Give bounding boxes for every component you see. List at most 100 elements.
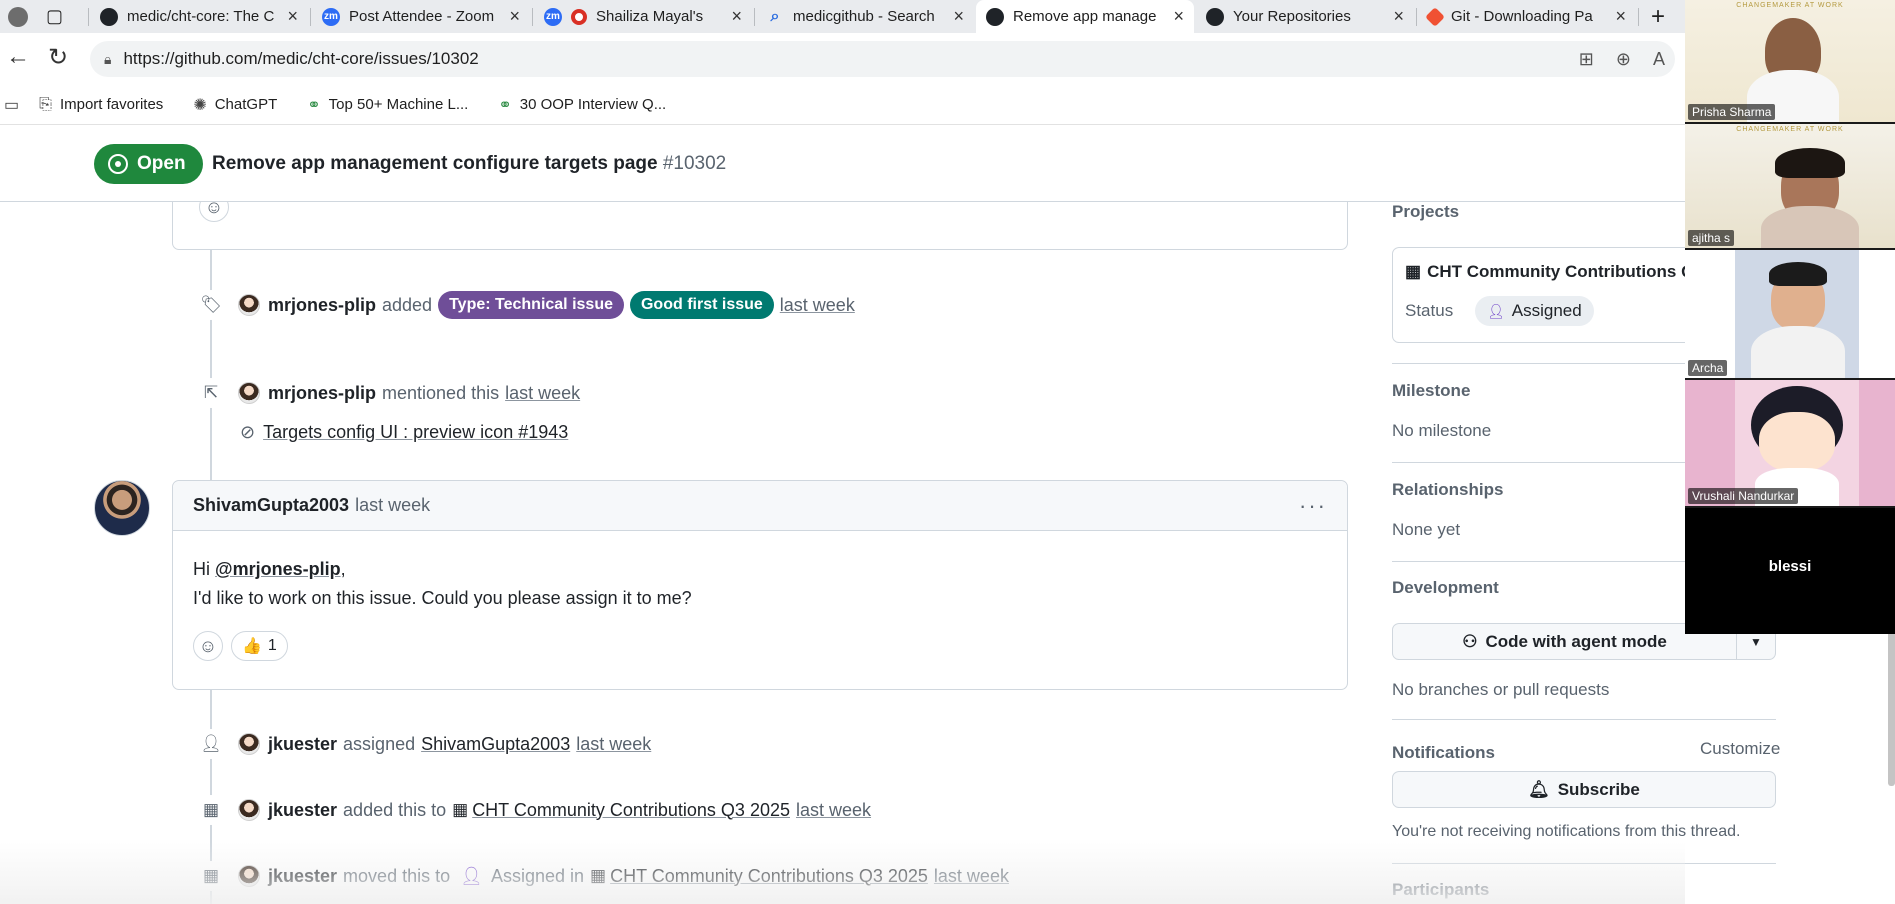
tab-your-repositories[interactable]: Your Repositories × — [1196, 0, 1414, 33]
app-available-icon[interactable]: ⊞ — [1579, 49, 1594, 70]
label-good-first-issue[interactable]: Good first issue — [629, 291, 774, 319]
close-icon[interactable]: × — [953, 6, 964, 27]
actor-link[interactable]: jkuester — [268, 866, 337, 887]
project-link[interactable]: CHT Community Contributions Q3 2025 — [472, 800, 790, 821]
participants-heading: Participants — [1392, 880, 1490, 899]
timeline-event-moved: ▦ jkuester moved this to 👤︎ Assigned in … — [196, 859, 1009, 893]
mentioned-reference: ⊘ Targets config UI : preview icon #1943 — [240, 415, 568, 449]
url-text: https://github.com/medic/cht-core/issues… — [123, 49, 479, 68]
github-icon — [1206, 7, 1224, 26]
comment-author-link[interactable]: ShivamGupta2003 — [193, 495, 349, 516]
git-icon — [1425, 6, 1445, 27]
person-icon: 👤︎ — [460, 865, 483, 886]
tab-cht-core[interactable]: medic/cht-core: The C × — [90, 0, 308, 33]
collections-icon[interactable]: ▭ — [4, 95, 19, 115]
table-icon: ▦ — [196, 861, 226, 891]
table-icon: ▦ — [196, 795, 226, 825]
chatgpt-icon: ✺ — [193, 96, 207, 114]
zoom-level-icon[interactable]: ⊕ — [1616, 49, 1631, 70]
close-icon[interactable]: × — [731, 6, 742, 27]
timeline-event-added-project: ▦ jkuester added this to ▦ CHT Community… — [196, 793, 871, 827]
mention-link[interactable]: @mrjones-plip — [215, 559, 341, 579]
chevron-down-icon[interactable]: ▼ — [1737, 635, 1775, 649]
projects-heading[interactable]: Projects — [1392, 202, 1459, 222]
relationships-heading[interactable]: Relationships — [1392, 480, 1503, 500]
more-options-icon[interactable]: ··· — [1299, 493, 1327, 519]
bookmark-import-favorites[interactable]: ⎘ Import favorites — [39, 96, 163, 114]
actor-link[interactable]: mrjones-plip — [268, 295, 376, 316]
tab-actions-icon[interactable]: ▢ — [46, 0, 74, 33]
participant-tile[interactable]: Vrushali Nandurkar — [1685, 380, 1895, 506]
actor-link[interactable]: jkuester — [268, 800, 337, 821]
tab-search[interactable]: ⌕ medicgithub - Search × — [756, 0, 974, 33]
thumbs-up-reaction[interactable]: 👍 1 — [231, 631, 288, 661]
profile-icon[interactable] — [4, 0, 32, 33]
browser-tab-bar: ▢ medic/cht-core: The C × zm Post Attend… — [0, 0, 1685, 33]
issue-number: #10302 — [662, 153, 727, 174]
bookmark-machine-learning[interactable]: ⚭ Top 50+ Machine L... — [307, 95, 468, 115]
customize-link[interactable]: Customize — [1700, 739, 1780, 759]
cross-reference-icon: ⇱ — [196, 378, 226, 408]
site-info-icon[interactable]: 🔒︎ — [104, 51, 111, 68]
label-type-technical-issue[interactable]: Type: Technical issue — [438, 291, 624, 319]
avatar[interactable] — [238, 294, 260, 316]
new-tab-icon[interactable]: + — [1645, 0, 1679, 33]
close-icon[interactable]: × — [1615, 6, 1626, 27]
comment-timestamp[interactable]: last week — [355, 495, 430, 516]
comment-body: Hi @mrjones-plip, I'd like to work on th… — [193, 559, 692, 608]
tab-zoom-meeting[interactable]: zm Shailiza Mayal's × — [534, 0, 752, 33]
status-label: Status — [1405, 301, 1454, 320]
subscribe-button[interactable]: 🔔︎ Subscribe — [1392, 771, 1776, 808]
reload-icon[interactable]: ↻ — [48, 43, 68, 72]
comment-header: ShivamGupta2003 last week ··· — [173, 481, 1347, 531]
project-card: ▦ CHT Community Contributions Q3 Status … — [1392, 247, 1704, 343]
reference-link[interactable]: Targets config UI : preview icon #1943 — [263, 422, 568, 443]
project-name[interactable]: ▦ CHT Community Contributions Q3 — [1405, 262, 1704, 282]
avatar[interactable] — [238, 865, 260, 887]
geeksforgeeks-icon: ⚭ — [498, 96, 512, 114]
search-icon: ⌕ — [770, 7, 780, 25]
close-icon[interactable]: × — [509, 6, 520, 27]
actor-link[interactable]: jkuester — [268, 734, 337, 755]
status-select[interactable]: 👤︎ Assigned — [1475, 296, 1594, 326]
development-heading[interactable]: Development — [1392, 578, 1499, 598]
tab-git-downloading[interactable]: Git - Downloading Pa × — [1418, 0, 1636, 33]
participant-name: Vrushali Nandurkar — [1688, 488, 1799, 504]
avatar[interactable] — [94, 480, 150, 536]
tab-remove-app-management[interactable]: Remove app manage × — [976, 0, 1194, 33]
bookmark-chatgpt[interactable]: ✺ ChatGPT — [193, 95, 277, 115]
project-link[interactable]: CHT Community Contributions Q3 2025 — [610, 866, 928, 887]
milestone-heading[interactable]: Milestone — [1392, 381, 1470, 401]
address-bar: ← ↻ 🔒︎ https://github.com/medic/cht-core… — [0, 33, 1685, 85]
close-icon[interactable]: × — [1393, 6, 1404, 27]
url-field[interactable]: 🔒︎ https://github.com/medic/cht-core/iss… — [90, 41, 1675, 77]
close-icon[interactable]: × — [287, 6, 298, 27]
closed-not-planned-icon: ⊘ — [240, 421, 256, 442]
github-icon — [100, 7, 118, 26]
timestamp-link[interactable]: last week — [505, 383, 580, 404]
back-icon[interactable]: ← — [6, 43, 30, 71]
bookmark-oop-interview[interactable]: ⚭ 30 OOP Interview Q... — [498, 95, 666, 115]
add-reaction-icon[interactable]: ☺ — [193, 631, 223, 661]
participant-name: ajitha s — [1688, 230, 1735, 246]
assignee-link[interactable]: ShivamGupta2003 — [421, 734, 570, 755]
participant-tile[interactable]: blessi — [1685, 508, 1895, 634]
timestamp-link[interactable]: last week — [576, 734, 651, 755]
actor-link[interactable]: mrjones-plip — [268, 383, 376, 404]
table-icon: ▦ — [1405, 262, 1422, 281]
participant-tile[interactable]: Archa — [1685, 250, 1895, 378]
person-icon: 👤︎ — [1487, 302, 1505, 319]
participant-tile[interactable]: CHANGEMAKER AT WORK Prisha Sharma — [1685, 0, 1895, 122]
participant-tile[interactable]: CHANGEMAKER AT WORK ajitha s — [1685, 124, 1895, 248]
tab-zoom-post-attendee[interactable]: zm Post Attendee - Zoom × — [312, 0, 530, 33]
avatar[interactable] — [238, 382, 260, 404]
read-aloud-icon[interactable]: A — [1653, 49, 1665, 70]
timestamp-link[interactable]: last week — [796, 800, 871, 821]
timestamp-link[interactable]: last week — [780, 295, 855, 316]
avatar[interactable] — [238, 733, 260, 755]
github-icon — [986, 7, 1004, 26]
timestamp-link[interactable]: last week — [934, 866, 1009, 887]
avatar[interactable] — [238, 799, 260, 821]
issue-open-icon — [108, 154, 128, 174]
close-icon[interactable]: × — [1173, 6, 1184, 27]
